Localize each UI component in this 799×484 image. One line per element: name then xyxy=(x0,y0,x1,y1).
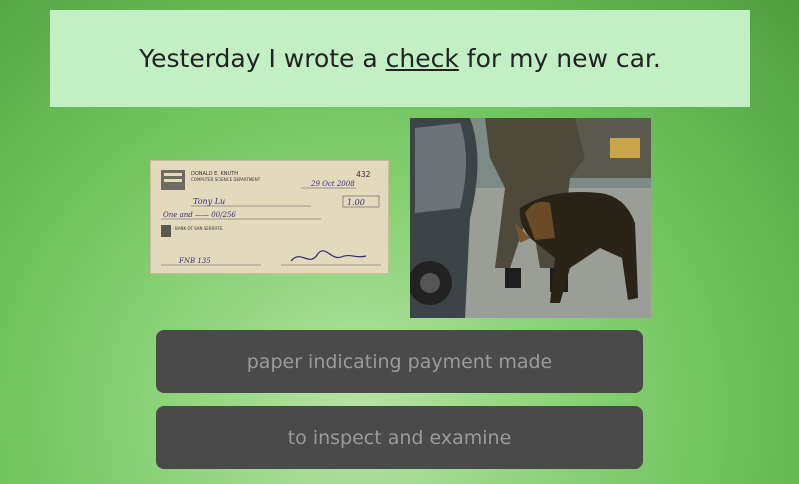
sentence-text: Yesterday I wrote a check for my new car… xyxy=(139,44,661,73)
check-memo: FNB 135 xyxy=(178,257,211,265)
check-number: 432 xyxy=(356,170,371,179)
check-date: 29 Oct 2008 xyxy=(310,180,355,188)
check-bank: BANK OF SAN SERRIFFE xyxy=(175,226,223,231)
dog-inspection-image[interactable] xyxy=(410,118,651,318)
choice-label: to inspect and examine xyxy=(287,426,512,449)
target-word: check xyxy=(385,44,459,73)
choice-button-2[interactable]: to inspect and examine xyxy=(156,406,643,469)
bank-logo-icon xyxy=(161,170,185,190)
check-amount-words: One and —— 00/256 xyxy=(163,211,236,219)
sentence-after: for my new car. xyxy=(458,44,661,73)
choice-label: paper indicating payment made xyxy=(246,350,553,373)
check-amount: 1.00 xyxy=(347,198,365,207)
choice-button-1[interactable]: paper indicating payment made xyxy=(156,330,643,393)
sentence-before: Yesterday I wrote a xyxy=(139,44,386,73)
check-illustration: DONALD E. KNUTH COMPUTER SCIENCE DEPARTM… xyxy=(151,161,388,273)
check-payee: Tony Lu xyxy=(193,197,225,206)
check-image[interactable]: DONALD E. KNUTH COMPUTER SCIENCE DEPARTM… xyxy=(150,160,389,274)
check-dept: COMPUTER SCIENCE DEPARTMENT xyxy=(191,177,261,182)
dog-inspection-illustration xyxy=(410,118,651,318)
sentence-panel: Yesterday I wrote a check for my new car… xyxy=(50,10,750,107)
